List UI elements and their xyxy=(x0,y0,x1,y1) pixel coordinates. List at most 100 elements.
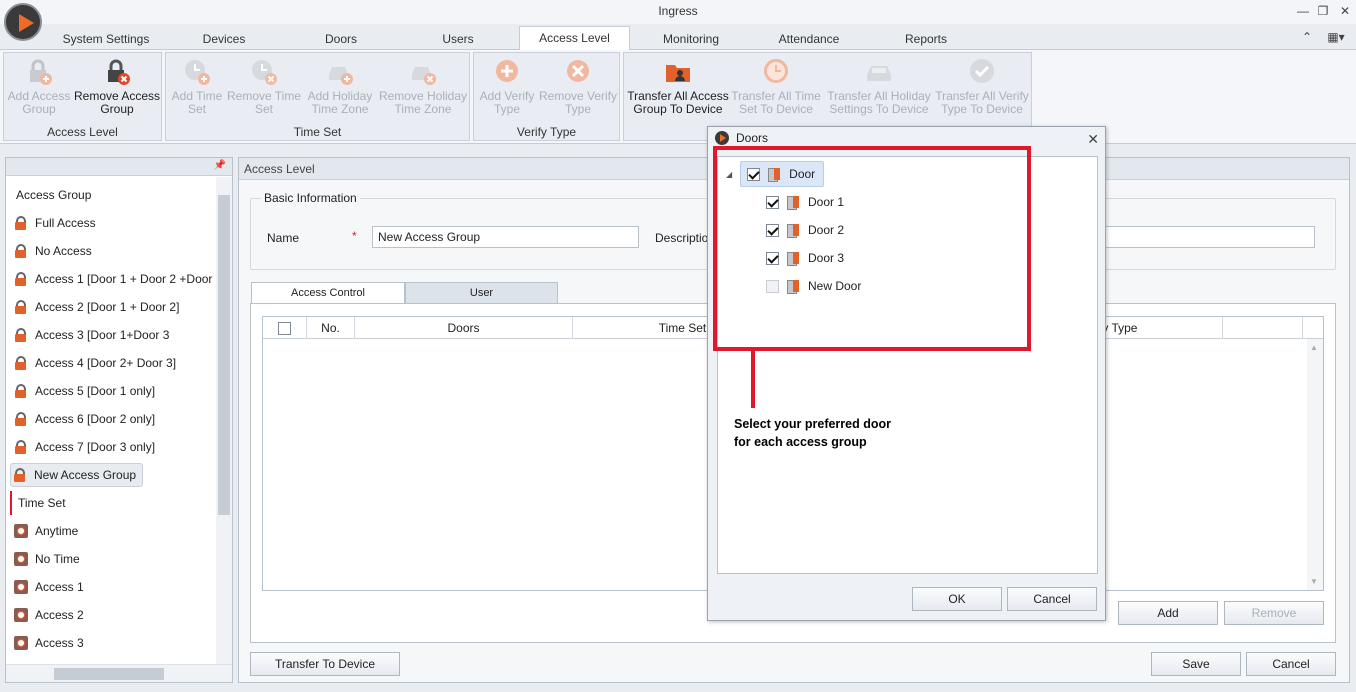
clock-remove-icon xyxy=(252,60,277,85)
tab-users[interactable]: Users xyxy=(436,28,480,50)
tree-item-access-2[interactable]: Access 2 [Door 1 + Door 2] xyxy=(14,295,179,319)
transfer-all-verify-type-button[interactable]: Transfer All Verify Type To Device xyxy=(934,55,1030,116)
clock-icon xyxy=(14,524,28,538)
scroll-thumb[interactable] xyxy=(218,195,230,515)
save-button[interactable]: Save xyxy=(1151,652,1241,676)
transfer-all-time-set-button[interactable]: Transfer All Time Set To Device xyxy=(730,55,822,116)
remove-button[interactable]: Remove xyxy=(1224,601,1324,625)
tree-item-full-access[interactable]: Full Access xyxy=(14,211,96,235)
tree-item-time-access-3[interactable]: Access 3 xyxy=(14,631,84,655)
description-input[interactable] xyxy=(1101,226,1315,248)
layout-menu-icon[interactable]: ▦▾ xyxy=(1322,28,1350,46)
lock-icon xyxy=(13,468,27,482)
transfer-to-device-button[interactable]: Transfer To Device xyxy=(250,652,400,676)
tab-user[interactable]: User xyxy=(405,282,558,304)
clock-icon xyxy=(14,636,28,650)
select-all-column xyxy=(263,317,307,339)
scroll-up-icon[interactable]: ▲ xyxy=(1310,343,1318,352)
horizontal-scrollbar[interactable] xyxy=(6,664,232,682)
tree-item-access-1[interactable]: Access 1 [Door 1 + Door 2 +Door xyxy=(14,267,212,291)
annotation-highlight-box xyxy=(713,146,1031,351)
tree-item-time-access-1[interactable]: Access 1 xyxy=(14,575,84,599)
window-title: Ingress xyxy=(658,4,698,18)
close-icon[interactable]: ✕ xyxy=(1336,2,1354,20)
ok-button[interactable]: OK xyxy=(912,587,1002,611)
car-remove-icon xyxy=(412,67,436,85)
plus-circle-icon xyxy=(496,60,518,82)
tree-item-access-5[interactable]: Access 5 [Door 1 only] xyxy=(14,379,155,403)
add-button[interactable]: Add xyxy=(1118,601,1218,625)
lock-icon xyxy=(14,300,28,314)
tab-access-level[interactable]: Access Level xyxy=(519,26,630,51)
tab-system-settings[interactable]: System Settings xyxy=(60,28,152,50)
annotation-note: Select your preferred door for each acce… xyxy=(734,415,934,451)
tree-item-access-4[interactable]: Access 4 [Door 2+ Door 3] xyxy=(14,351,176,375)
lock-icon xyxy=(14,328,28,342)
grid-scrollbar[interactable]: ▲ ▼ xyxy=(1307,339,1323,590)
dialog-cancel-button[interactable]: Cancel xyxy=(1007,587,1097,611)
remove-holiday-time-zone-button[interactable]: Remove Holiday Time Zone xyxy=(378,55,468,116)
tree-item-access-3[interactable]: Access 3 [Door 1+Door 3 xyxy=(14,323,169,347)
tree-item-access-6[interactable]: Access 6 [Door 2 only] xyxy=(14,407,155,431)
tab-monitoring[interactable]: Monitoring xyxy=(656,28,726,50)
clock-icon xyxy=(14,580,28,594)
lock-icon xyxy=(14,412,28,426)
column-no[interactable]: No. xyxy=(307,317,355,339)
tab-devices[interactable]: Devices xyxy=(196,28,252,50)
name-input[interactable]: New Access Group xyxy=(372,226,639,248)
pin-icon[interactable]: 📌 xyxy=(214,160,226,171)
ribbon-group-access-level: Add Access Group Remove Access Group Acc… xyxy=(3,52,162,141)
check-circle-icon xyxy=(970,59,994,83)
main-tabs: System Settings Devices Doors Users Acce… xyxy=(0,24,1356,51)
app-logo[interactable] xyxy=(4,3,42,41)
tab-doors[interactable]: Doors xyxy=(316,28,366,50)
title-bar: Ingress — ❐ ✕ xyxy=(0,0,1356,24)
add-holiday-time-zone-button[interactable]: Add Holiday Time Zone xyxy=(304,55,376,116)
add-time-set-button[interactable]: Add Time Set xyxy=(168,55,226,116)
app-logo-icon xyxy=(715,131,729,145)
select-all-checkbox[interactable] xyxy=(278,322,291,336)
tree-item-time-access-2[interactable]: Access 2 xyxy=(14,603,84,627)
minimize-icon[interactable]: — xyxy=(1294,2,1312,20)
add-verify-type-button[interactable]: Add Verify Type xyxy=(476,55,538,116)
add-access-group-button[interactable]: Add Access Group xyxy=(6,55,72,116)
clock-icon xyxy=(14,552,28,566)
tree-item-access-7[interactable]: Access 7 [Door 3 only] xyxy=(14,435,155,459)
tab-reports[interactable]: Reports xyxy=(900,28,952,50)
folder-user-icon xyxy=(666,65,690,82)
ribbon-group-label: Access Level xyxy=(47,125,118,139)
collapse-ribbon-icon[interactable]: ⌃ xyxy=(1298,28,1316,46)
annotation-line: for each access group xyxy=(734,435,867,449)
transfer-all-access-group-button[interactable]: Transfer All Access Group To Device xyxy=(626,55,730,116)
transfer-all-holiday-button[interactable]: Transfer All Holiday Settings To Device xyxy=(824,55,934,116)
annotation-connector xyxy=(751,350,755,408)
scroll-thumb[interactable] xyxy=(54,668,164,680)
restore-icon[interactable]: ❐ xyxy=(1314,2,1332,20)
tab-access-control[interactable]: Access Control xyxy=(251,282,405,305)
car-add-icon xyxy=(329,67,353,85)
description-label: Descriptio xyxy=(655,231,709,245)
ribbon: Add Access Group Remove Access Group Acc… xyxy=(0,50,1356,144)
group-legend: Basic Information xyxy=(261,191,360,205)
lock-icon xyxy=(14,440,28,454)
ribbon-group-label: Time Set xyxy=(293,125,342,139)
remove-verify-type-button[interactable]: Remove Verify Type xyxy=(538,55,618,116)
lock-add-icon xyxy=(30,59,52,85)
tree-item-no-time[interactable]: No Time xyxy=(14,547,80,571)
vertical-scrollbar[interactable] xyxy=(216,177,232,665)
column-extra xyxy=(1223,317,1303,339)
scroll-down-icon[interactable]: ▼ xyxy=(1310,577,1318,586)
remove-time-set-button[interactable]: Remove Time Set xyxy=(226,55,302,116)
tree-item-anytime[interactable]: Anytime xyxy=(14,519,78,543)
tab-attendance[interactable]: Attendance xyxy=(772,28,846,50)
remove-access-group-button[interactable]: Remove Access Group xyxy=(74,55,160,116)
column-doors[interactable]: Doors xyxy=(355,317,573,339)
cancel-button[interactable]: Cancel xyxy=(1246,652,1336,676)
close-icon[interactable]: ✕ xyxy=(1087,128,1099,150)
tree-item-no-access[interactable]: No Access xyxy=(14,239,92,263)
tree-header-time-set[interactable]: Time Set xyxy=(10,491,66,515)
tree-header-access-group[interactable]: Access Group xyxy=(16,183,91,207)
clock-icon xyxy=(764,59,788,83)
ribbon-group-time-set: Add Time Set Remove Time Set Add Holiday… xyxy=(165,52,470,141)
tree-item-new-access-group[interactable]: New Access Group xyxy=(10,463,144,487)
